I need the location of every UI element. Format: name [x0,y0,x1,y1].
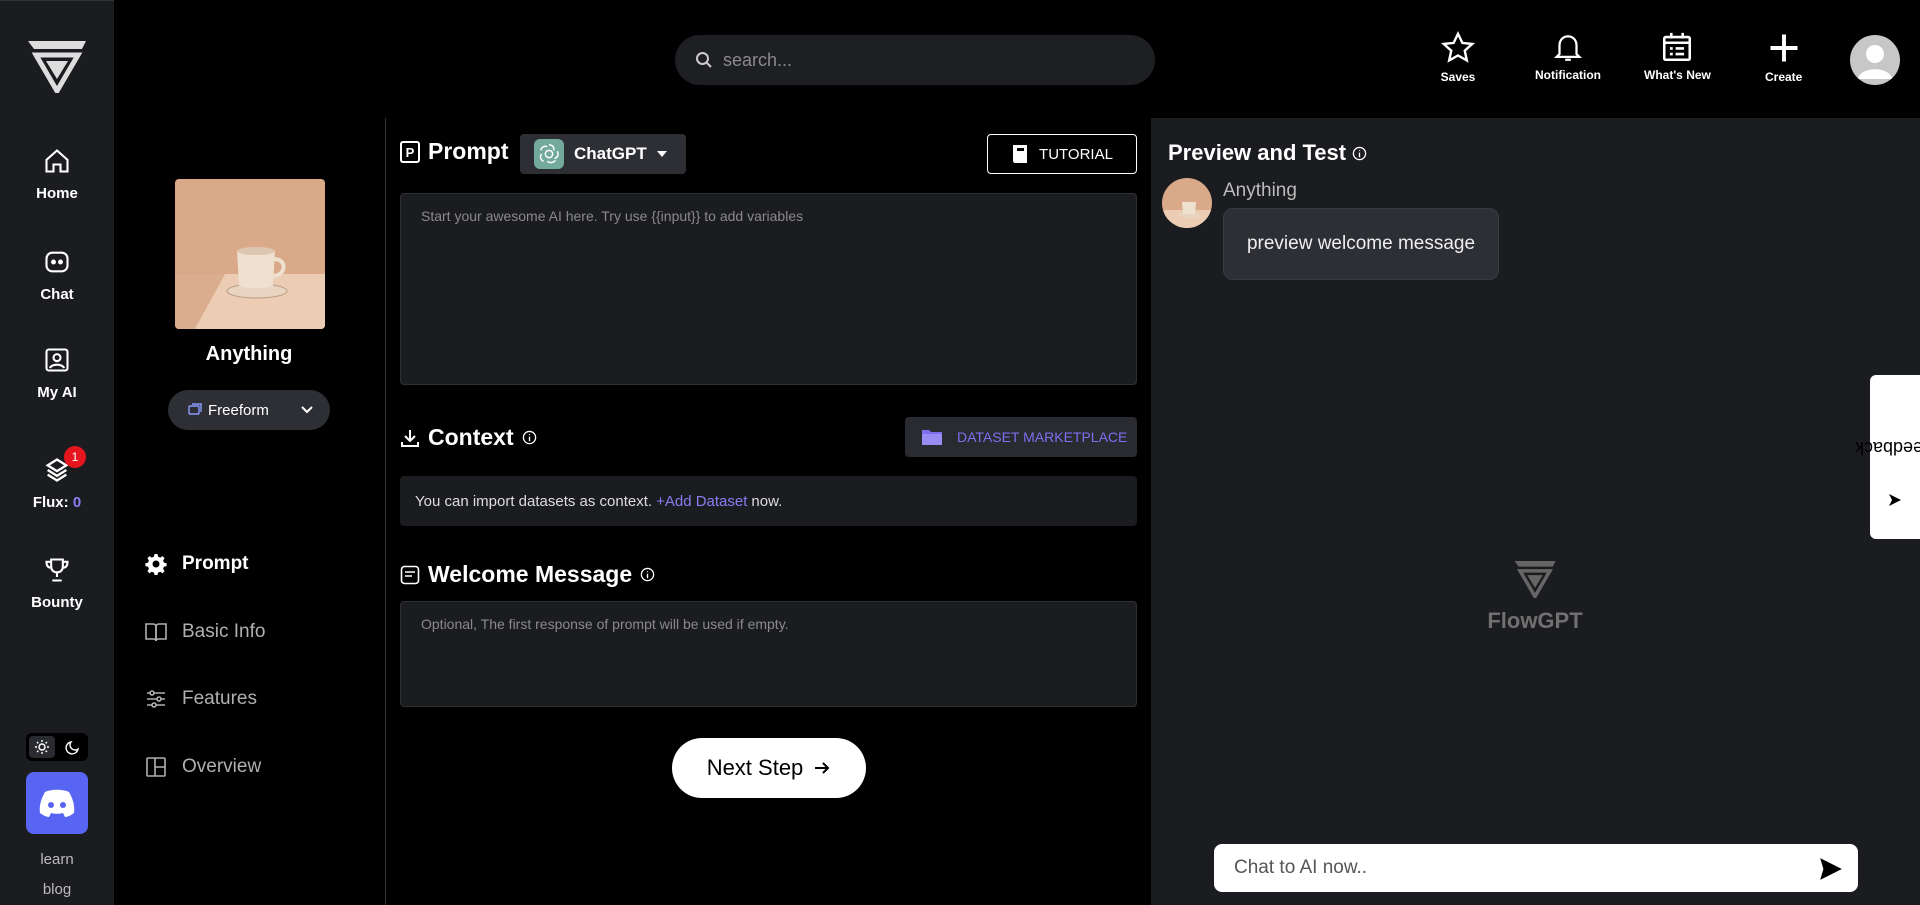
blog-link[interactable]: blog [0,881,114,898]
search-input[interactable] [723,49,1123,71]
model-dropdown[interactable]: ChatGPT [520,134,686,174]
flux-count: 0 [72,494,82,511]
next-step-button[interactable]: Next Step [672,738,866,798]
rail-item-home[interactable]: Home [0,147,114,202]
dataset-marketplace-button[interactable]: DATASET MARKETPLACE [905,417,1137,457]
tutorial-button[interactable]: TUTORIAL [987,134,1137,174]
notification-badge: 1 [64,446,86,468]
rail-item-label: Chat [40,286,74,303]
step-prompt[interactable]: Prompt [144,552,249,576]
svg-text:P: P [406,145,415,160]
rail-item-bounty[interactable]: Bounty [0,556,114,611]
download-icon [401,429,419,447]
star-icon [1440,30,1476,63]
search-icon [696,52,712,68]
layout-icon [146,757,166,777]
ai-cover-image[interactable] [175,179,325,329]
section-divider [385,118,386,905]
mode-dropdown[interactable]: Freeform [168,390,330,430]
saves-button[interactable]: Saves [1440,30,1476,84]
send-icon[interactable] [1818,856,1844,882]
info-icon[interactable] [522,430,537,445]
bell-icon [1553,35,1583,61]
model-label: ChatGPT [574,144,647,163]
step-features[interactable]: Features [144,687,257,711]
learn-link[interactable]: learn [0,851,114,868]
context-section-title: Context [400,424,537,451]
calendar-icon [1663,32,1692,62]
rail-item-label: Home [36,185,78,202]
info-icon[interactable] [1352,146,1367,161]
user-avatar[interactable] [1850,35,1900,85]
step-label: Prompt [182,553,249,574]
context-info: You can import datasets as context. +Add… [400,476,1137,526]
left-rail: Home Chat My AI 1 Flux: 0 Bounty learn b… [0,0,114,905]
chat-bot-icon [45,251,69,273]
sliders-icon [147,690,165,708]
my-ai-icon [45,348,69,372]
flowgpt-logo-icon [1514,560,1556,598]
flowgpt-logo-icon[interactable] [26,37,88,93]
caret-down-icon [656,151,667,157]
coffee-cup-image [175,179,325,329]
theme-toggle[interactable] [26,733,88,761]
bot-avatar [1162,178,1212,228]
whats-new-button[interactable]: What's New [1644,30,1711,82]
prompt-p-icon: P [400,140,420,163]
chat-input-box[interactable] [1214,844,1858,892]
prompt-section-title: P Prompt [400,138,509,165]
chat-input[interactable] [1234,857,1794,879]
message-square-icon [400,565,420,584]
sun-icon[interactable] [28,736,55,758]
welcome-section-title: Welcome Message [400,561,655,588]
flowgpt-watermark: FlowGPT [1480,558,1590,634]
freeform-icon [188,403,202,415]
folder-icon [922,430,942,445]
mode-label: Freeform [208,401,269,419]
welcome-bubble: preview welcome message [1223,208,1499,280]
prompt-textarea[interactable] [400,193,1137,385]
rail-item-label: My AI [37,384,77,401]
welcome-message-textarea[interactable] [400,601,1137,707]
app-root: Home Chat My AI 1 Flux: 0 Bounty learn b… [0,0,1920,905]
rail-item-my-ai[interactable]: My AI [0,346,114,401]
search-bar[interactable] [675,35,1155,85]
rail-item-label: Bounty [31,594,83,611]
notification-button[interactable]: Notification [1535,30,1601,82]
discord-icon [39,789,75,817]
header-button-label: Create [1765,70,1803,84]
gear-icon [145,554,167,575]
feedback-tab[interactable]: Feedback [1855,375,1920,539]
arrow-right-icon [815,762,830,774]
add-dataset-link[interactable]: +Add Dataset [656,493,747,510]
ai-name: Anything [205,343,293,365]
step-basic-info[interactable]: Basic Info [144,620,265,644]
plus-icon [1770,34,1798,62]
bot-name: Anything [1223,180,1297,201]
create-button[interactable]: Create [1765,30,1802,84]
chevron-down-icon [301,406,313,414]
preview-title: Preview and Test [1168,140,1367,166]
header-button-label: Notification [1535,68,1601,82]
info-icon[interactable] [640,567,655,582]
step-overview[interactable]: Overview [144,755,261,779]
home-icon [45,149,69,173]
book-icon [1013,145,1028,163]
coffee-cup-image [1162,178,1212,228]
user-icon [1858,45,1892,79]
chatgpt-icon [534,139,564,169]
send-arrow-icon [1889,493,1901,506]
header-button-label: What's New [1644,68,1711,82]
book-open-icon [145,623,167,642]
step-label: Features [182,688,257,709]
discord-button[interactable] [26,772,88,834]
moon-icon[interactable] [60,736,86,758]
rail-item-flux[interactable]: 1 Flux: 0 [0,446,114,511]
step-label: Overview [182,756,262,777]
trophy-icon [45,558,69,582]
rail-item-chat[interactable]: Chat [0,248,114,303]
rail-item-label: Flux: 0 [32,494,82,511]
step-label: Basic Info [182,621,266,642]
header-button-label: Saves [1440,70,1476,84]
